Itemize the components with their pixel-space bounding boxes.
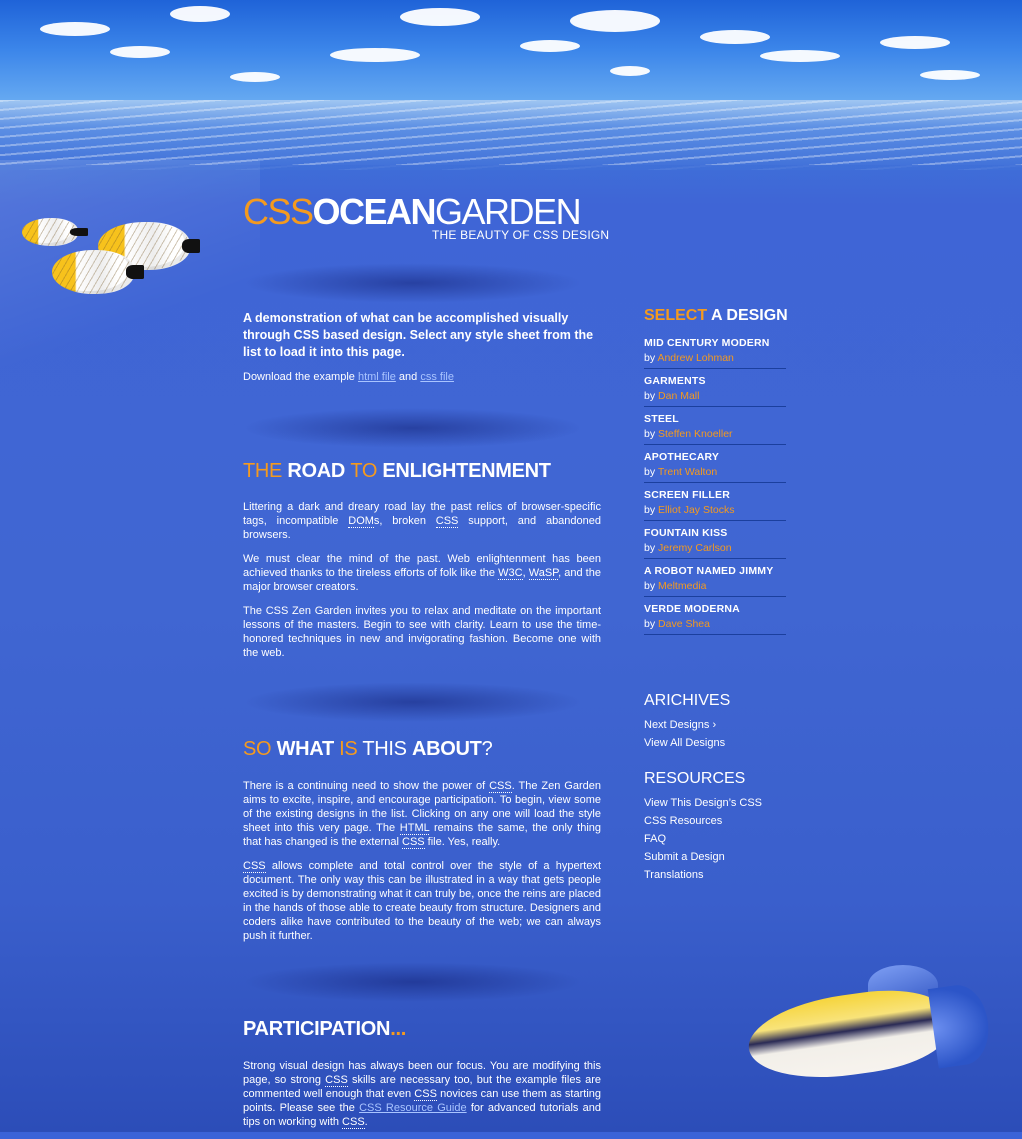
cloud: [700, 30, 770, 44]
design-item[interactable]: MID CENTURY MODERN by Andrew Lohman: [644, 331, 786, 369]
road-paragraph-2: We must clear the mind of the past. Web …: [243, 553, 601, 593]
butterflyfish-icon: [52, 250, 144, 294]
archives-section: ARICHIVES Next Designs › View All Design…: [644, 692, 786, 752]
faq-link[interactable]: FAQ: [644, 830, 786, 848]
heading-word: ?: [481, 738, 493, 760]
heading-word: PARTICIPATION: [243, 1018, 391, 1040]
cloud: [920, 70, 980, 80]
cloud: [760, 50, 840, 62]
cloud: [170, 6, 230, 22]
design-author[interactable]: Jeremy Carlson: [658, 542, 732, 554]
cloud: [610, 66, 650, 76]
heading-word: ...: [390, 1018, 406, 1040]
download-prefix: Download the example: [243, 371, 358, 383]
css-resource-guide-link[interactable]: CSS Resource Guide: [359, 1102, 467, 1114]
butterflyfish-icon: [22, 218, 88, 246]
translations-link[interactable]: Translations: [644, 866, 786, 884]
css-resources-link[interactable]: CSS Resources: [644, 812, 786, 830]
archives-heading: ARICHIVES: [644, 692, 731, 709]
heading-word: ABOUT: [411, 738, 482, 760]
divider-shadow: [243, 408, 583, 448]
heading-word: THIS: [362, 738, 412, 760]
design-name[interactable]: MID CENTURY MODERN: [644, 337, 786, 349]
what-paragraph-2: CSS allows complete and total control ov…: [243, 860, 601, 942]
cloud: [40, 22, 110, 36]
design-name[interactable]: FOUNTAIN KISS: [644, 527, 786, 539]
site-logo: CSSOCEANGARDEN: [243, 191, 582, 232]
design-item[interactable]: APOTHECARY by Trent Walton: [644, 445, 786, 483]
heading-participation: PARTICIPATION...: [243, 1018, 406, 1041]
design-item[interactable]: FOUNTAIN KISS by Jeremy Carlson: [644, 521, 786, 559]
view-design-css-link[interactable]: View This Design’s CSS: [644, 794, 786, 812]
divider-shadow: [243, 263, 583, 303]
triggerfish-icon: [743, 965, 994, 1089]
cloud: [330, 48, 420, 62]
resources-section: RESOURCES View This Design’s CSS CSS Res…: [644, 770, 786, 884]
heading-word: TO: [350, 460, 383, 482]
road-paragraph-1: Littering a dark and dreary road lay the…: [243, 501, 602, 541]
submit-design-link[interactable]: Submit a Design: [644, 848, 786, 866]
design-item[interactable]: SCREEN FILLER by Elliot Jay Stocks: [644, 483, 786, 521]
cloud: [570, 10, 660, 32]
heading-road-to-enlightenment: THE ROAD TO ENLIGHTENMENT: [243, 460, 551, 483]
logo-ocean: OCEAN: [312, 191, 437, 232]
sky-banner: [0, 0, 1022, 112]
design-item[interactable]: A ROBOT NAMED JIMMY by Meltmedia: [644, 559, 786, 597]
tagline: THE BEAUTY OF CSS DESIGN: [432, 228, 610, 242]
design-item[interactable]: GARMENTS by Dan Mall: [644, 369, 786, 407]
resources-heading: RESOURCES: [644, 770, 746, 787]
heading-word: ENLIGHTENMENT: [382, 460, 551, 482]
cloud: [880, 36, 950, 49]
heading-word: IS: [339, 738, 363, 760]
intro-text: A demonstration of what can be accomplis…: [243, 311, 594, 359]
heading-word: WHAT: [276, 738, 340, 760]
design-author[interactable]: Meltmedia: [658, 580, 706, 592]
select-a-design-heading: SELECT A DESIGN: [644, 307, 788, 324]
heading-word: ROAD: [287, 460, 351, 482]
design-name[interactable]: APOTHECARY: [644, 451, 786, 463]
heading-what-is-this-about: SO WHAT IS THIS ABOUT?: [243, 738, 493, 761]
design-name[interactable]: GARMENTS: [644, 375, 786, 387]
design-author[interactable]: Steffen Knoeller: [658, 428, 733, 440]
design-author[interactable]: Elliot Jay Stocks: [658, 504, 734, 516]
design-name[interactable]: A ROBOT NAMED JIMMY: [644, 565, 786, 577]
css-file-link[interactable]: css file: [420, 371, 454, 383]
participation-paragraph-1: Strong visual design has always been our…: [243, 1060, 602, 1129]
design-list: MID CENTURY MODERN by Andrew Lohman GARM…: [644, 331, 786, 635]
heading-word: SO: [243, 738, 277, 760]
participation-section-body: Strong visual design has always been our…: [243, 1059, 601, 1139]
cloud: [110, 46, 170, 58]
design-author[interactable]: Andrew Lohman: [657, 352, 733, 364]
design-name[interactable]: SCREEN FILLER: [644, 489, 786, 501]
next-designs-link[interactable]: Next Designs ›: [644, 716, 786, 734]
road-section-body: Littering a dark and dreary road lay the…: [243, 500, 601, 670]
view-all-designs-link[interactable]: View All Designs: [644, 734, 786, 752]
design-author[interactable]: Dan Mall: [658, 390, 699, 402]
download-line: Download the example html file and css f…: [243, 371, 601, 383]
html-file-link[interactable]: html file: [358, 371, 396, 383]
download-and: and: [395, 371, 421, 383]
what-section-body: There is a continuing need to show the p…: [243, 779, 601, 953]
what-paragraph-1: There is a continuing need to show the p…: [243, 780, 601, 849]
divider-shadow: [243, 682, 583, 722]
design-name[interactable]: STEEL: [644, 413, 786, 425]
design-name[interactable]: VERDE MODERNA: [644, 603, 786, 615]
design-author[interactable]: Dave Shea: [658, 618, 710, 630]
logo-garden: GARDEN: [435, 191, 582, 232]
heading-word: THE: [243, 460, 288, 482]
cloud: [400, 8, 480, 26]
design-selection-sidebar: SELECT A DESIGN MID CENTURY MODERN by An…: [644, 307, 788, 635]
cloud: [230, 72, 280, 82]
logo-css: CSS: [243, 191, 314, 232]
road-paragraph-3: The CSS Zen Garden invites you to relax …: [243, 605, 601, 659]
design-author[interactable]: Trent Walton: [658, 466, 717, 478]
design-item[interactable]: VERDE MODERNA by Dave Shea: [644, 597, 786, 635]
design-item[interactable]: STEEL by Steffen Knoeller: [644, 407, 786, 445]
divider-shadow: [243, 962, 583, 1002]
cloud: [520, 40, 580, 52]
